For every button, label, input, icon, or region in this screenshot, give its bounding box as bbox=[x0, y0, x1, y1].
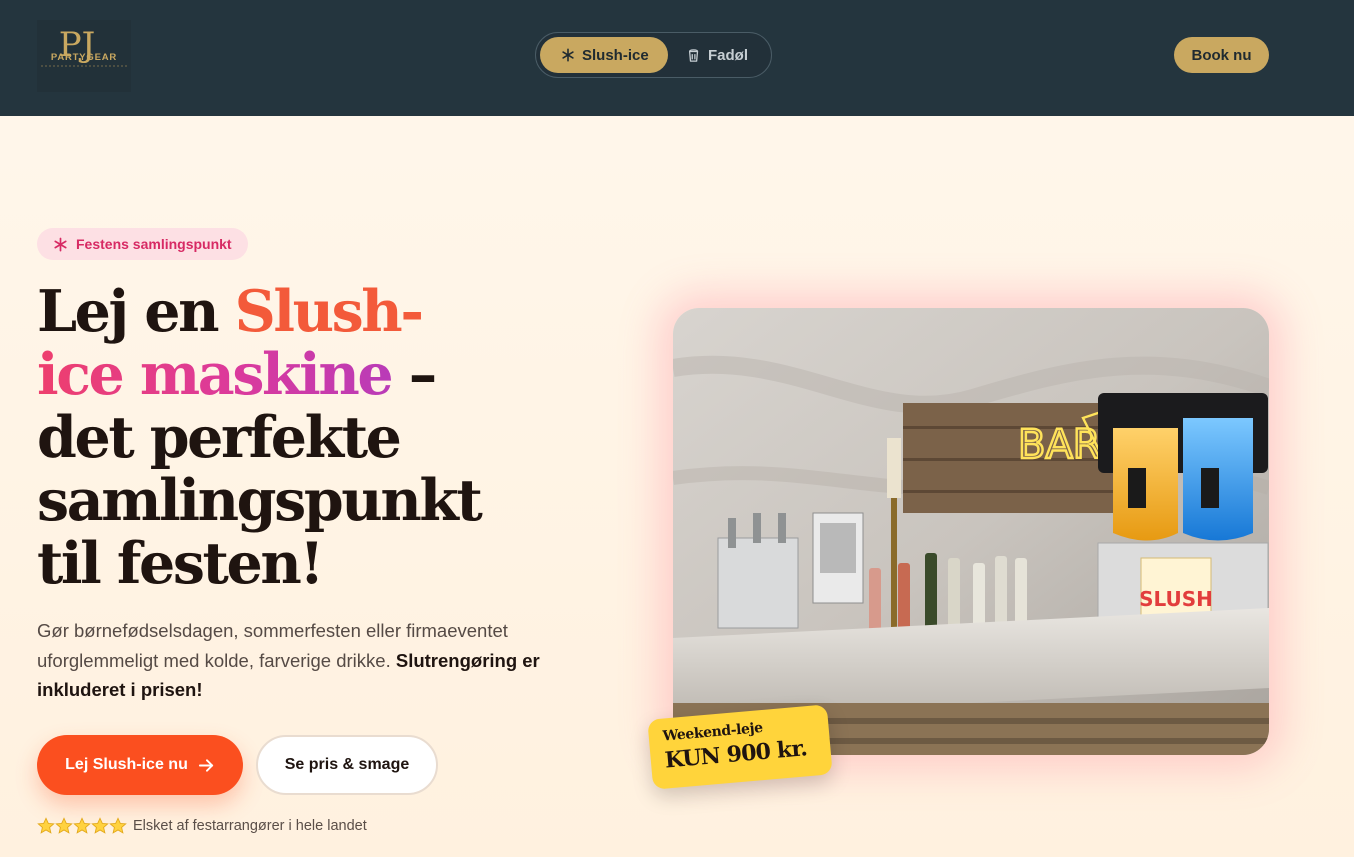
hero-description: Gør børnefødselsdagen, sommerfesten elle… bbox=[37, 616, 577, 705]
nav-slush-ice-label: Slush-ice bbox=[582, 46, 649, 64]
headline-part2: – bbox=[391, 341, 437, 408]
sparkle-icon bbox=[54, 237, 67, 251]
star-icon bbox=[55, 817, 73, 834]
star-icon bbox=[109, 817, 127, 834]
service-switcher: Slush-ice Fadøl bbox=[535, 32, 772, 78]
slush-machine-photo: BAR SLUSH bbox=[673, 308, 1269, 755]
partygear-logo[interactable]: PJ PARTYGEAR bbox=[37, 20, 131, 92]
see-price-button[interactable]: Se pris & smage bbox=[256, 735, 438, 795]
headline-line4: samlingspunkt bbox=[37, 467, 483, 534]
nav-fadol[interactable]: Fadøl bbox=[687, 37, 767, 73]
svg-text:PARTYGEAR: PARTYGEAR bbox=[51, 52, 117, 63]
headline-line5: til festen! bbox=[37, 530, 324, 597]
rent-slush-ice-label: Lej Slush-ice nu bbox=[65, 756, 188, 773]
arrow-right-icon bbox=[198, 758, 213, 772]
star-icon bbox=[91, 817, 109, 834]
rating-row: Elsket af festarrangører i hele landet bbox=[37, 815, 367, 837]
nav-fadol-label: Fadøl bbox=[708, 46, 748, 64]
beer-icon bbox=[688, 49, 699, 62]
headline-accent1: Slush- bbox=[234, 278, 424, 345]
site-header: PJ PARTYGEAR Slush-ice Fadøl Book nu bbox=[0, 0, 1354, 116]
nav-slush-ice[interactable]: Slush-ice bbox=[540, 37, 668, 73]
rating-text: Elsket af festarrangører i hele landet bbox=[133, 818, 367, 834]
rent-slush-ice-button[interactable]: Lej Slush-ice nu bbox=[37, 735, 243, 795]
star-icon bbox=[73, 817, 91, 834]
snowflake-icon bbox=[562, 48, 574, 62]
hero-badge: Festens samlingspunkt bbox=[37, 228, 248, 260]
hero-badge-label: Festens samlingspunkt bbox=[76, 236, 232, 252]
weekend-price-sticker: Weekend-leje KUN 900 kr. bbox=[647, 704, 833, 790]
headline-part1: Lej en bbox=[37, 278, 235, 345]
book-now-button[interactable]: Book nu bbox=[1174, 37, 1269, 73]
star-icon bbox=[37, 817, 55, 834]
star-rating bbox=[37, 817, 127, 835]
svg-text:SLUSH: SLUSH bbox=[1139, 587, 1213, 611]
headline-line3: det perfekte bbox=[37, 404, 402, 471]
hero-headline: Lej en Slush- ice maskine – det perfekte… bbox=[37, 280, 597, 595]
headline-accent2: ice maskine bbox=[37, 341, 394, 408]
